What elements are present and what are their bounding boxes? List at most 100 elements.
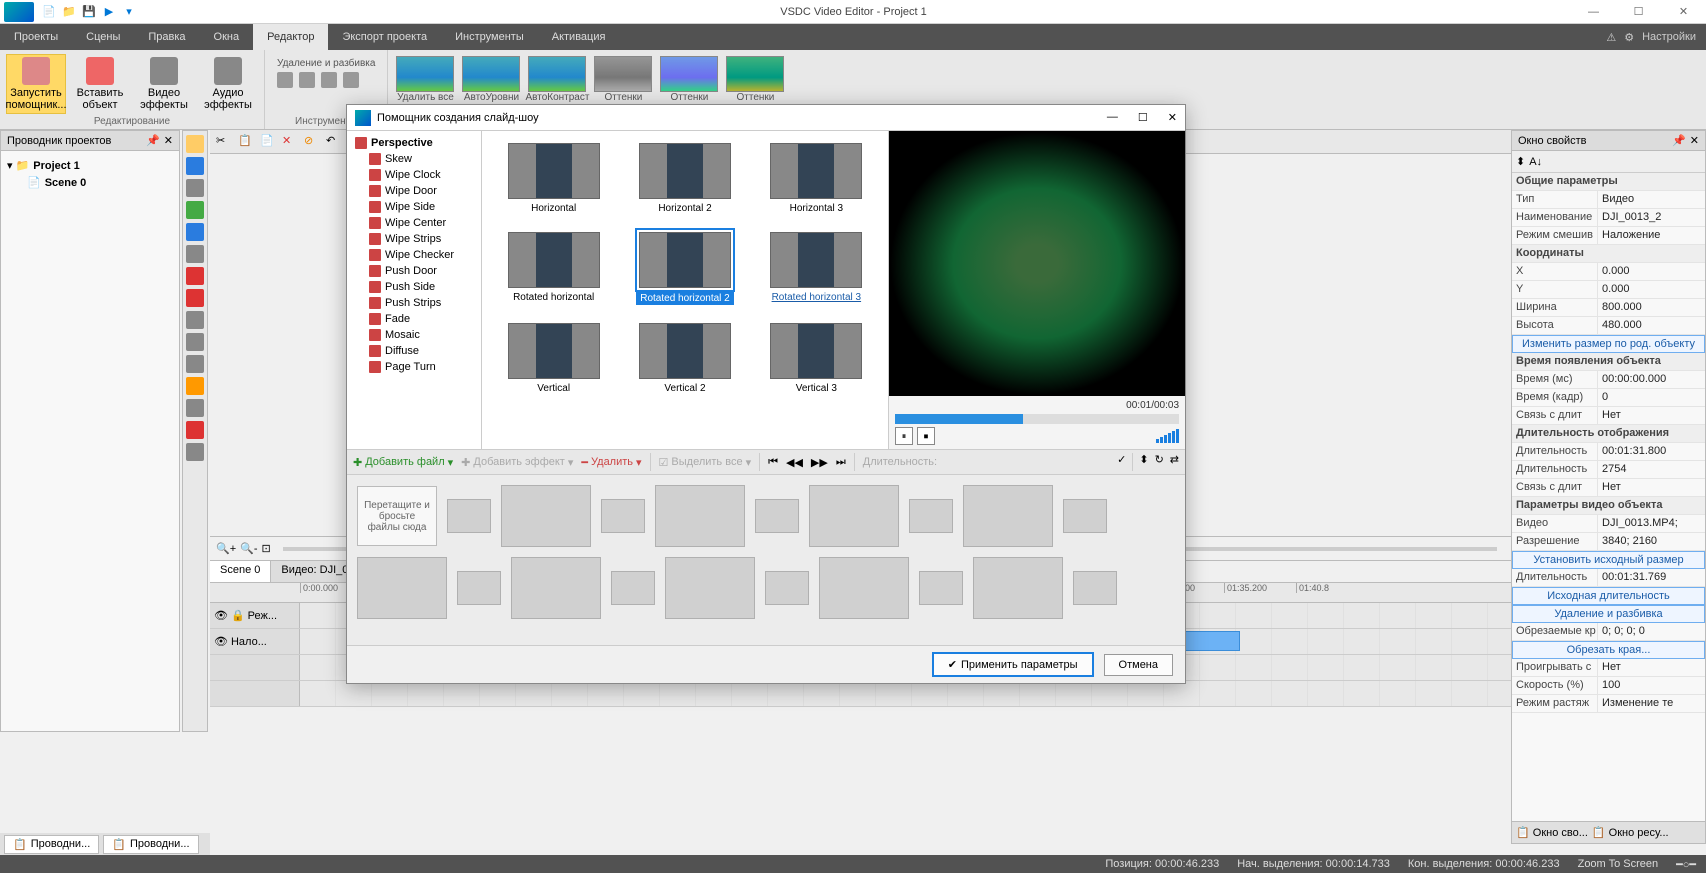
- dialog-add-file-button[interactable]: ✚ Добавить файл ▾: [353, 456, 453, 469]
- timeline-tab-scene[interactable]: Scene 0: [210, 561, 271, 582]
- preview-pause-button[interactable]: ⏸: [895, 427, 913, 445]
- prop-value[interactable]: 2754: [1597, 461, 1705, 478]
- drop-slot[interactable]: [809, 485, 899, 547]
- bottom-tab-explorer1[interactable]: 📋 Проводни...: [4, 835, 99, 854]
- drop-slot[interactable]: [765, 571, 809, 605]
- preview-stop-button[interactable]: ⏹: [917, 427, 935, 445]
- prop-value[interactable]: 0; 0; 0; 0: [1597, 623, 1705, 640]
- flip-icon[interactable]: ⇄: [1170, 453, 1179, 471]
- eye-icon[interactable]: 👁: [214, 635, 228, 648]
- dialog-effect-cell[interactable]: Rotated horizontal 2: [621, 228, 748, 309]
- qat-play-icon[interactable]: ▶: [102, 5, 116, 19]
- rotate-icon[interactable]: ↻: [1155, 453, 1164, 471]
- dialog-category-header[interactable]: Perspective: [351, 135, 477, 151]
- polygon-tool-icon[interactable]: [186, 245, 204, 263]
- prop-value[interactable]: Нет: [1597, 407, 1705, 424]
- prop-value[interactable]: DJI_0013.MP4;: [1597, 515, 1705, 532]
- dialog-category-item[interactable]: Fade: [351, 311, 477, 327]
- maximize-button[interactable]: ☐: [1616, 0, 1661, 24]
- line-tool-icon[interactable]: [186, 179, 204, 197]
- paste-icon[interactable]: 📄: [260, 134, 276, 150]
- ribbon-insert-button[interactable]: Вставить объект: [70, 54, 130, 114]
- ribbon-thumb[interactable]: Удалить все: [394, 56, 456, 103]
- dialog-category-item[interactable]: Push Strips: [351, 295, 477, 311]
- prop-value[interactable]: DJI_0013_2: [1597, 209, 1705, 226]
- zoom-fit-icon[interactable]: ⊡: [261, 542, 270, 555]
- menu-settings[interactable]: Настройки: [1642, 31, 1696, 43]
- prop-value[interactable]: Видео: [1597, 191, 1705, 208]
- zoom-out-icon[interactable]: 🔍-: [240, 542, 257, 555]
- dialog-maximize-button[interactable]: ☐: [1138, 111, 1148, 124]
- ribbon-thumb[interactable]: Оттенки: [724, 56, 786, 103]
- lock-icon[interactable]: 🔒: [231, 609, 245, 622]
- next-icon[interactable]: ▶▶: [811, 456, 828, 469]
- tree-project-node[interactable]: ▾ 📁 Project 1: [7, 157, 173, 174]
- pin-icon[interactable]: 📌: [146, 134, 160, 147]
- drop-slot[interactable]: [665, 557, 755, 619]
- drop-slot[interactable]: [447, 499, 491, 533]
- prop-section[interactable]: Координаты: [1512, 245, 1705, 262]
- drop-slot[interactable]: [1073, 571, 1117, 605]
- prop-value[interactable]: Наложение: [1597, 227, 1705, 244]
- dialog-effect-cell[interactable]: Vertical 2: [621, 319, 748, 398]
- person-tool-icon[interactable]: [186, 377, 204, 395]
- prop-section[interactable]: Общие параметры: [1512, 173, 1705, 190]
- dialog-effect-cell[interactable]: Horizontal 2: [621, 139, 748, 218]
- prop-resize-button[interactable]: Изменить размер по род. объекту: [1512, 335, 1705, 353]
- dialog-minimize-button[interactable]: —: [1107, 111, 1118, 124]
- ribbon-delsplit-label[interactable]: Удаление и разбивка: [277, 58, 375, 69]
- prop-value[interactable]: 100: [1597, 677, 1705, 694]
- dialog-add-effect-button[interactable]: ✚ Добавить эффект ▾: [461, 456, 573, 469]
- qat-open-icon[interactable]: 📁: [62, 5, 76, 19]
- dialog-effect-cell[interactable]: Vertical 3: [753, 319, 880, 398]
- close-panel-icon[interactable]: ✕: [164, 134, 173, 147]
- last-icon[interactable]: ⏭: [836, 456, 846, 469]
- gear-icon[interactable]: ⚙: [1624, 31, 1634, 44]
- rotate-icon[interactable]: [343, 72, 359, 88]
- dialog-drop-area[interactable]: Перетащите и бросьте файлы сюда: [347, 475, 1185, 645]
- menu-scenes[interactable]: Сцены: [72, 24, 134, 50]
- ribbon-thumb[interactable]: Оттенки: [658, 56, 720, 103]
- pen-tool-icon[interactable]: [186, 333, 204, 351]
- ribbon-videofx-button[interactable]: Видео эффекты: [134, 54, 194, 114]
- dialog-category-item[interactable]: Wipe Checker: [351, 247, 477, 263]
- dialog-category-item[interactable]: Skew: [351, 151, 477, 167]
- clear-icon[interactable]: ⊘: [304, 134, 320, 150]
- copy-icon[interactable]: 📋: [238, 134, 254, 150]
- dialog-titlebar[interactable]: Помощник создания слайд-шоу — ☐ ✕: [347, 105, 1185, 131]
- drop-slot[interactable]: [919, 571, 963, 605]
- eye-icon[interactable]: 👁: [214, 609, 228, 622]
- ellipse-tool-icon[interactable]: [186, 201, 204, 219]
- film-tool-icon[interactable]: [186, 443, 204, 461]
- drop-slot[interactable]: [909, 499, 953, 533]
- zoom-in-icon[interactable]: 🔍+: [216, 542, 236, 555]
- cursor-tool-icon[interactable]: [186, 135, 204, 153]
- dialog-delete-button[interactable]: ━ Удалить ▾: [581, 456, 641, 469]
- prop-section[interactable]: Время появления объекта: [1512, 353, 1705, 370]
- dialog-effect-cell[interactable]: Rotated horizontal 3: [753, 228, 880, 309]
- dialog-effect-cell[interactable]: Horizontal 3: [753, 139, 880, 218]
- dialog-category-item[interactable]: Wipe Clock: [351, 167, 477, 183]
- zoom-slider-icon[interactable]: ━○━: [1676, 858, 1696, 871]
- music-tool-icon[interactable]: [186, 421, 204, 439]
- drop-slot[interactable]: [357, 557, 447, 619]
- drop-slot[interactable]: [755, 499, 799, 533]
- prop-value[interactable]: 800.000: [1597, 299, 1705, 316]
- status-zoom[interactable]: Zoom To Screen: [1578, 858, 1659, 870]
- prop-value[interactable]: 3840; 2160: [1597, 533, 1705, 550]
- counter-tool-icon[interactable]: [186, 311, 204, 329]
- ribbon-thumb[interactable]: АвтоКонтраст: [526, 56, 588, 103]
- image-tool-icon[interactable]: [186, 399, 204, 417]
- dialog-category-item[interactable]: Page Turn: [351, 359, 477, 375]
- dialog-category-item[interactable]: Wipe Side: [351, 199, 477, 215]
- dialog-category-item[interactable]: Diffuse: [351, 343, 477, 359]
- prop-value[interactable]: 00:00:00.000: [1597, 371, 1705, 388]
- drop-slot[interactable]: [457, 571, 501, 605]
- undo-icon[interactable]: ↶: [326, 134, 342, 150]
- tree-scene-node[interactable]: 📄 Scene 0: [7, 174, 173, 191]
- prop-tab-resources[interactable]: 📋 Окно ресу...: [1592, 826, 1669, 839]
- qat-save-icon[interactable]: 💾: [82, 5, 96, 19]
- dialog-category-item[interactable]: Mosaic: [351, 327, 477, 343]
- check-icon[interactable]: ✓: [1117, 453, 1126, 471]
- prop-value[interactable]: 00:01:31.769: [1597, 569, 1705, 586]
